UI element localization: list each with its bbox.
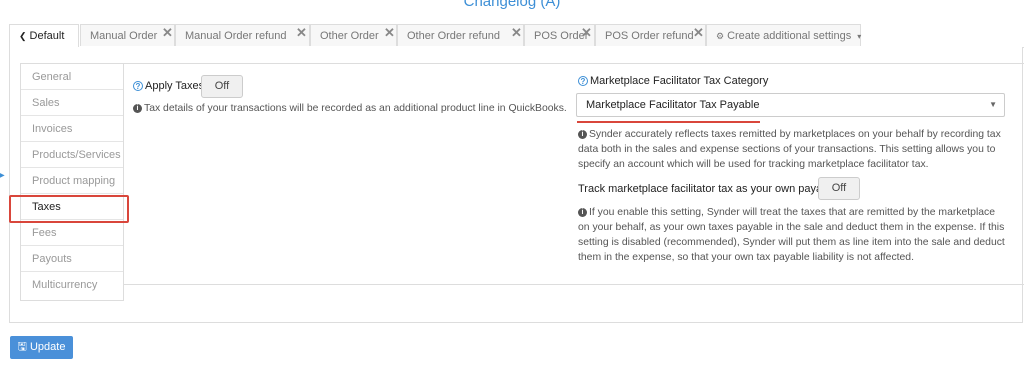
tab-pos-order-refund[interactable]: POS Order refund ✕ xyxy=(595,24,706,46)
select-value: Marketplace Facilitator Tax Payable xyxy=(586,99,760,111)
track-payable-note: i If you enable this setting, Synder will… xyxy=(578,205,1008,265)
settings-tabs: ❮ Default Manual Order ✕ Manual Order ref… xyxy=(9,24,1024,48)
apply-taxes-label-row: ? Apply Taxes xyxy=(133,80,204,92)
home-icon: ❮ xyxy=(19,31,27,41)
tab-label: Manual Order xyxy=(90,30,158,42)
marketplace-note-text: Synder accurately reflects taxes remitte… xyxy=(578,129,1001,170)
marketplace-label-row: ? Marketplace Facilitator Tax Category xyxy=(578,75,768,87)
track-payable-note-text: If you enable this setting, Synder will … xyxy=(578,207,1005,263)
apply-taxes-label: Apply Taxes xyxy=(145,80,205,92)
close-icon[interactable]: ✕ xyxy=(162,22,173,44)
close-icon[interactable]: ✕ xyxy=(384,22,395,44)
side-item-multicurrency[interactable]: Multicurrency xyxy=(21,272,123,298)
marketplace-tax-category-label: Marketplace Facilitator Tax Category xyxy=(590,75,769,87)
page-title: Changelog (A) xyxy=(463,0,561,10)
tab-other-order-refund[interactable]: Other Order refund ✕ xyxy=(397,24,524,46)
tab-label: Manual Order refund xyxy=(185,30,287,42)
tab-other-order[interactable]: Other Order ✕ xyxy=(310,24,397,46)
track-payable-label: Track marketplace facilitator tax as you… xyxy=(578,183,837,195)
tab-label: Other Order xyxy=(320,30,379,42)
marketplace-tax-category-select[interactable]: Marketplace Facilitator Tax Payable ▼ xyxy=(576,93,1005,117)
apply-taxes-note: i Tax details of your transactions will b… xyxy=(133,101,567,116)
close-icon[interactable]: ✕ xyxy=(296,22,307,44)
tab-default-label: Default xyxy=(29,30,65,42)
tab-manual-order[interactable]: Manual Order ✕ xyxy=(80,24,175,46)
tab-label: POS Order refund xyxy=(605,30,694,42)
side-item-fees[interactable]: Fees xyxy=(21,220,123,246)
help-icon[interactable]: ? xyxy=(133,81,143,92)
side-item-sales[interactable]: Sales xyxy=(21,90,123,116)
tab-label: Create additional settings xyxy=(727,30,852,42)
help-icon[interactable]: ? xyxy=(578,76,588,87)
taxes-highlight-box xyxy=(9,195,129,223)
gear-icon: ⚙ xyxy=(716,31,725,41)
side-item-products-services[interactable]: Products/Services xyxy=(21,142,123,168)
track-payable-label-row: Track marketplace facilitator tax as you… xyxy=(578,183,837,195)
select-highlight-underline xyxy=(577,121,760,123)
tab-manual-order-refund[interactable]: Manual Order refund ✕ xyxy=(175,24,310,46)
marketplace-note: i Synder accurately reflects taxes remitt… xyxy=(578,127,1008,172)
tab-pos-order[interactable]: POS Order ✕ xyxy=(524,24,595,46)
side-item-payouts[interactable]: Payouts xyxy=(21,246,123,272)
close-icon[interactable]: ✕ xyxy=(581,22,592,44)
tab-default[interactable]: ❮ Default xyxy=(9,24,79,48)
apply-taxes-note-text: Tax details of your transactions will be… xyxy=(144,103,567,114)
arrow-indicator-icon: ▶ xyxy=(0,170,5,181)
update-button-label: Update xyxy=(29,341,66,353)
tab-create-additional-settings[interactable]: ⚙ Create additional settings ▾ xyxy=(706,24,861,46)
info-icon: i xyxy=(578,129,587,139)
track-payable-toggle[interactable]: Off xyxy=(818,177,860,200)
side-item-invoices[interactable]: Invoices xyxy=(21,116,123,142)
caret-down-icon: ▾ xyxy=(857,32,862,41)
settings-side-menu: General Sales Invoices Products/Services… xyxy=(20,63,124,301)
apply-taxes-toggle[interactable]: Off xyxy=(201,75,243,98)
tab-label: Other Order refund xyxy=(407,30,500,42)
info-icon: i xyxy=(578,207,587,217)
side-item-product-mapping[interactable]: Product mapping xyxy=(21,168,123,194)
side-item-general[interactable]: General xyxy=(21,64,123,90)
info-icon: i xyxy=(133,103,142,113)
caret-down-icon: ▼ xyxy=(989,100,997,109)
update-button[interactable]: 🖫 Update xyxy=(10,336,73,359)
save-icon: 🖫 xyxy=(17,341,27,353)
close-icon[interactable]: ✕ xyxy=(693,22,704,44)
close-icon[interactable]: ✕ xyxy=(511,22,522,44)
